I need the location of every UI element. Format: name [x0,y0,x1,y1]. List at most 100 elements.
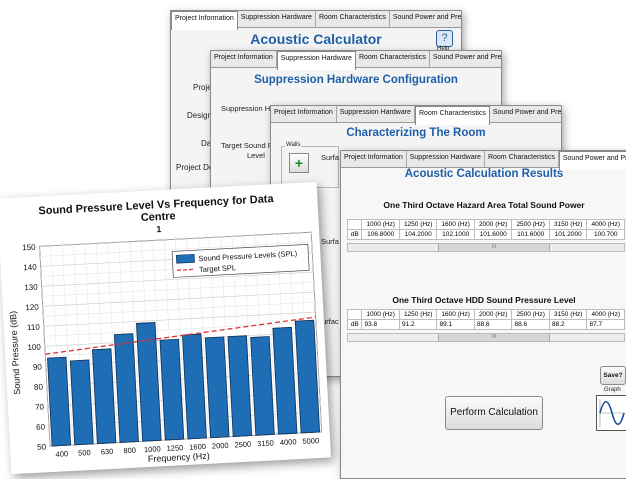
table-cell[interactable]: 88.6 [473,319,513,330]
window-title: Acoustic Calculation Results [404,168,564,180]
sound-power-table-title: One Third Octave Hazard Area Total Sound… [383,200,585,210]
table-cell[interactable]: 102.1000 [436,229,475,240]
column-header: 4000 (Hz) [586,309,625,320]
column-header: 1600 (Hz) [436,219,475,230]
y-tick-label: 50 [37,442,47,451]
help-icon: ? [441,32,448,44]
x-tick-label: 630 [101,447,114,457]
table-cell[interactable]: 104.2000 [398,229,438,240]
x-tick-label: 500 [78,448,91,458]
sine-wave-icon [599,399,625,427]
x-tick-label: 4000 [280,437,297,447]
y-tick-label: 120 [25,303,39,313]
tab-suppression-hardware[interactable]: Suppression Hardware [237,11,316,27]
y-tick-label: 150 [22,243,36,253]
y-tick-label: 100 [27,342,41,352]
spl-bar-chart: Sound Pressure Level Vs Frequency for Da… [8,193,323,464]
column-header: 2500 (Hz) [511,309,550,320]
y-tick-label: 60 [36,422,46,431]
tab-sound-power-pressure[interactable]: Sound Power and Pressure [389,11,461,27]
tab-room-characteristics[interactable]: Room Characteristics [414,106,490,125]
y-tick-label: 130 [24,283,38,293]
horizontal-scrollbar[interactable]: III [347,243,625,252]
x-tick-label: 3150 [257,438,274,448]
tab-bar: Project Information Suppression Hardware… [171,11,461,30]
x-tick-label: 400 [55,449,68,459]
surface-label-1: Surfa [321,153,339,162]
table-cell[interactable]: 88.6 [511,319,550,330]
table-cell[interactable]: 93.8 [361,319,400,330]
tab-bar: Project Information Suppression Hardware… [271,106,561,125]
sound-pressure-table: 1000 (Hz) 1250 (Hz) 1600 (Hz) 2000 (Hz) … [346,309,625,330]
graph-button[interactable] [596,395,626,431]
y-tick-label: 90 [33,362,43,371]
scrollbar-thumb[interactable]: III [438,334,550,341]
table-header-row: 1000 (Hz) 1250 (Hz) 1600 (Hz) 2000 (Hz) … [346,219,625,230]
window-title: Characterizing The Room [346,127,486,139]
perform-calculation-button[interactable]: Perform Calculation [445,396,543,430]
chart-title-line2: Centre [140,210,175,224]
tab-project-information[interactable]: Project Information [171,11,238,30]
graph-label: Graph [604,387,621,393]
table-cell[interactable]: 88.2 [548,319,588,330]
add-wall-button[interactable]: + [289,153,309,173]
tab-bar: Project Information Suppression Hardware… [211,51,501,70]
table-cell[interactable]: 100.700 [586,229,625,240]
tab-suppression-hardware[interactable]: Suppression Hardware [276,51,356,70]
x-tick-label: 5000 [302,436,319,446]
tab-sound-power-pressure[interactable]: Sound Power and Pressure [489,106,561,122]
scroll-grip: III [491,334,497,340]
tab-suppression-hardware[interactable]: Suppression Hardware [336,106,415,122]
column-header: 4000 (Hz) [586,219,625,230]
spl-chart-card: Sound Pressure Level Vs Frequency for Da… [0,181,332,475]
column-header: 3150 (Hz) [548,309,588,320]
y-tick-label: 80 [34,382,44,391]
horizontal-scrollbar[interactable]: III [347,333,625,342]
tab-suppression-hardware[interactable]: Suppression Hardware [406,151,485,167]
tab-room-characteristics[interactable]: Room Characteristics [484,151,559,167]
table-cell[interactable]: 89.1 [436,319,475,330]
row-label: dB [346,319,363,330]
sound-pressure-table-title: One Third Octave HDD Sound Pressure Leve… [392,295,576,305]
walls-label: Walls [285,142,302,148]
help-button[interactable]: ? [436,30,453,47]
table-cell[interactable]: 91.2 [398,319,438,330]
table-cell[interactable]: 101.6000 [473,229,513,240]
y-tick-label: 110 [27,322,41,332]
column-header: 2000 (Hz) [473,309,513,320]
tab-project-information[interactable]: Project Information [341,151,407,167]
tab-room-characteristics[interactable]: Room Characteristics [315,11,390,27]
save-button[interactable]: Save? [600,366,626,385]
tab-sound-power-pressure[interactable]: Sound Power and Pressure [429,51,501,67]
tab-project-information[interactable]: Project Information [271,106,337,122]
table-corner [346,309,363,320]
x-tick-label: 2500 [234,440,251,450]
table-cell[interactable]: 87.7 [586,319,625,330]
column-header: 3150 (Hz) [548,219,588,230]
project-description-label: Project De [176,163,214,172]
table-cell[interactable]: 106.8000 [361,229,400,240]
tab-project-information[interactable]: Project Information [211,51,277,67]
column-header: 1250 (Hz) [398,219,438,230]
table-row: dB 106.8000 104.2000 102.1000 101.6000 1… [346,229,625,240]
table-cell[interactable]: 101.6000 [511,229,550,240]
table-cell[interactable]: 101.2000 [548,229,588,240]
column-header: 1600 (Hz) [436,309,475,320]
row-label: dB [346,229,363,240]
window-title: Suppression Hardware Configuration [254,74,458,86]
column-header: 2500 (Hz) [511,219,550,230]
tab-room-characteristics[interactable]: Room Characteristics [355,51,430,67]
target-sound-pressure-label: Target Sound Pr [221,141,276,150]
results-window: Project Information Suppression Hardware… [340,150,626,479]
surface-label-2: Surfa [321,237,339,246]
y-axis-label: Sound Pressure (dB) [8,311,22,395]
window-title: Acoustic Calculator [250,31,382,47]
plus-icon: + [294,155,304,171]
sound-power-table: 1000 (Hz) 1250 (Hz) 1600 (Hz) 2000 (Hz) … [346,219,625,240]
y-tick-label: 70 [35,402,45,411]
legend-swatch-spl [175,254,195,264]
y-tick-label: 140 [23,263,37,273]
x-tick-label: 2000 [212,441,229,451]
column-header: 1000 (Hz) [361,219,400,230]
scrollbar-thumb[interactable]: III [438,244,550,251]
